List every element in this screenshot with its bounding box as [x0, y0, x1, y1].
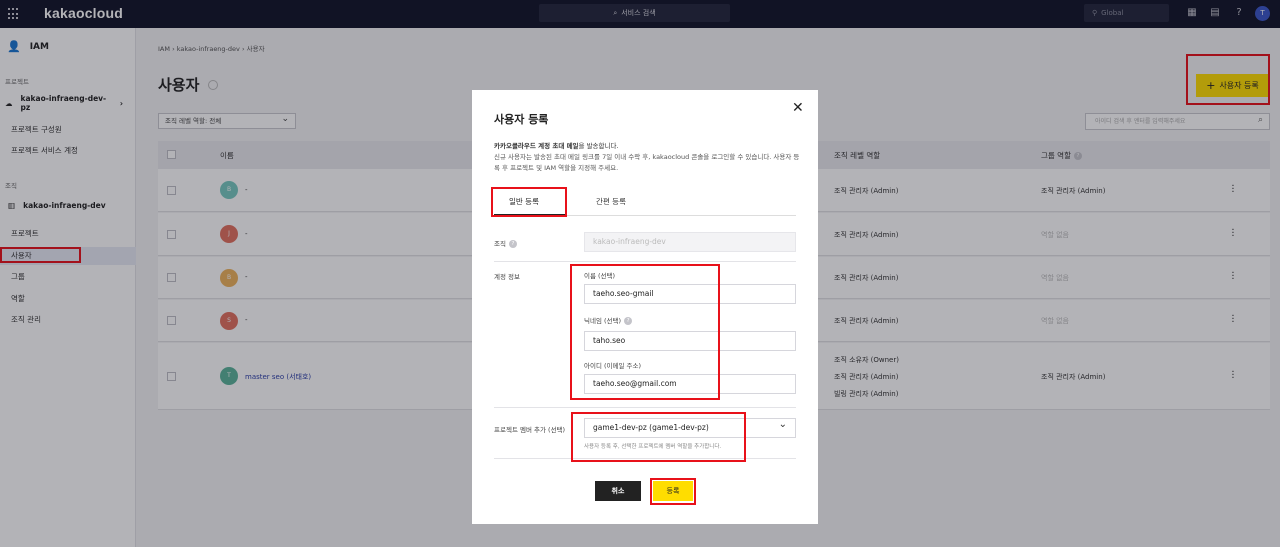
divider — [494, 261, 796, 262]
divider — [494, 407, 796, 408]
dialog-description-2: 신규 사용자는 발송된 초대 메일 링크를 7일 이내 수락 후, kakaoc… — [494, 153, 800, 172]
cancel-button[interactable]: 취소 — [595, 481, 641, 501]
highlight-general-tab — [491, 187, 567, 217]
org-label-text: 조직 — [494, 240, 506, 248]
invite-mail-emphasis: 카카오클라우드 계정 초대 메일 — [494, 142, 579, 150]
tab-simple[interactable]: 간편 등록 — [596, 196, 626, 207]
org-field-label: 조직? — [494, 238, 517, 248]
highlight-account-info — [570, 264, 720, 400]
account-info-label: 계정 정보 — [494, 273, 520, 281]
dialog-title: 사용자 등록 — [494, 113, 549, 126]
org-field: kakao-infraeng-dev — [584, 232, 796, 252]
dialog-description-1: 카카오클라우드 계정 초대 메일을 발송합니다. — [494, 140, 619, 150]
invite-mail-text: 을 발송합니다. — [578, 142, 619, 150]
project-member-label: 프로젝트 멤버 추가 (선택) — [494, 426, 566, 434]
help-icon[interactable]: ? — [508, 240, 517, 248]
user-register-dialog: 사용자 등록 ✕ 카카오클라우드 계정 초대 메일을 발송합니다. 신규 사용자… — [472, 90, 818, 524]
highlight-submit-button — [650, 478, 696, 505]
highlight-project-select — [571, 412, 746, 462]
close-icon[interactable]: ✕ — [792, 100, 804, 116]
